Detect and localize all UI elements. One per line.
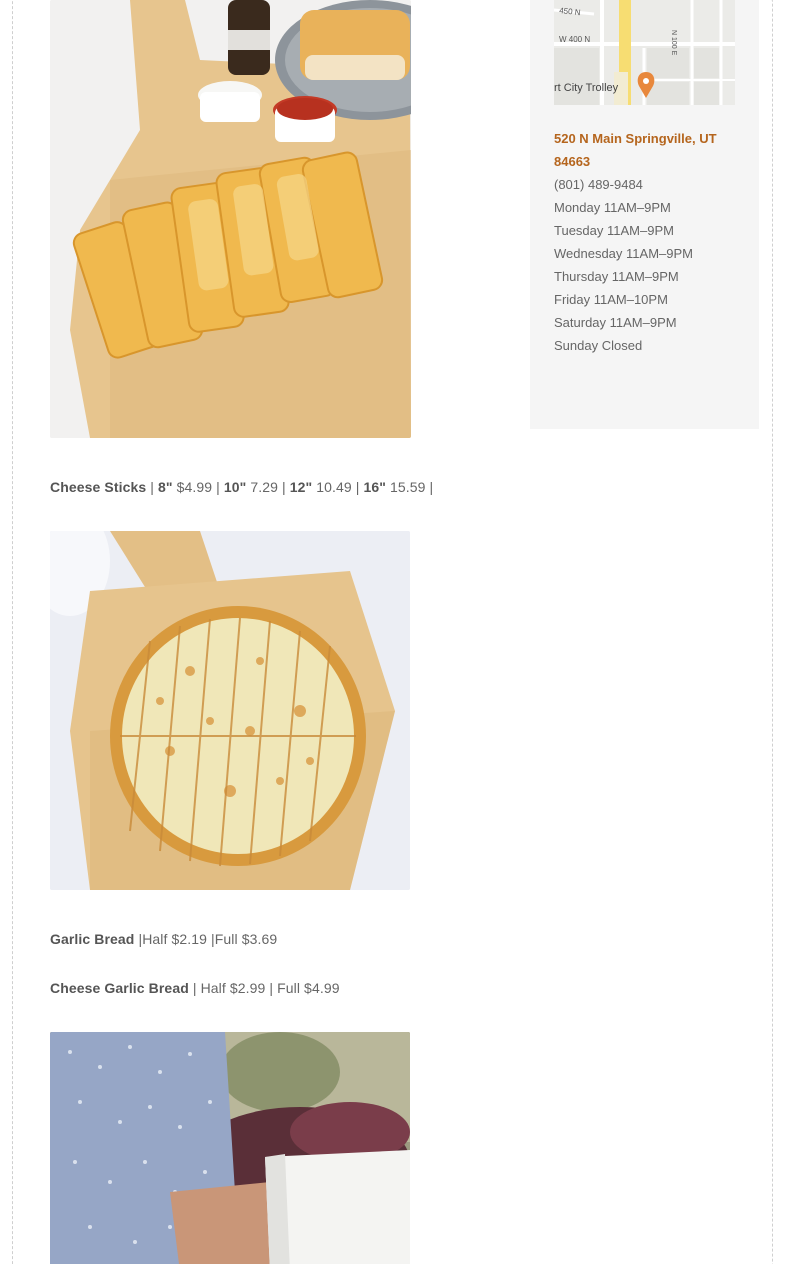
hours-wednesday: Wednesday 11AM–9PM <box>554 246 693 261</box>
phone-number[interactable]: (801) 489-9484 <box>554 173 744 196</box>
hours-saturday: Saturday 11AM–9PM <box>554 315 677 330</box>
size-16-label: 16" <box>363 479 386 495</box>
size-8-label: 8" <box>157 479 173 495</box>
size-12-label: 12" <box>289 479 313 495</box>
garlic-bread-name: Garlic Bread <box>50 931 135 947</box>
cheese-sticks-photo <box>50 0 411 438</box>
hours-monday: Monday 11AM–9PM <box>554 200 671 215</box>
cheese-garlic-bread-prices: | Half $2.99 | Full $4.99 <box>188 980 340 996</box>
map-street-label-n100e: N 100 E <box>670 30 677 56</box>
size-16-price: 15.59 | <box>386 479 434 495</box>
location-sidebar: 450 N W 400 N N 100 E rt City Trolley 52… <box>530 0 759 429</box>
hours-thursday: Thursday 11AM–9PM <box>554 269 679 284</box>
garlic-bread-prices: |Half $2.19 |Full $3.69 <box>134 931 278 947</box>
garlic-bread-photo <box>50 531 410 890</box>
size-8-price: $4.99 | <box>172 479 224 495</box>
takeout-bag-photo <box>50 1032 410 1264</box>
size-10-price: 7.29 | <box>246 479 290 495</box>
garlic-bread-menu-line: Garlic Bread |Half $2.19 |Full $3.69 <box>50 931 277 947</box>
size-10-label: 10" <box>223 479 247 495</box>
location-map[interactable]: 450 N W 400 N N 100 E rt City Trolley <box>554 0 735 105</box>
hours-sunday: Sunday Closed <box>554 338 643 353</box>
address-link[interactable]: 520 N Main Springville, UT 84663 <box>554 127 744 173</box>
map-street-label-w400n: W 400 N <box>559 35 590 44</box>
cheese-garlic-bread-menu-line: Cheese Garlic Bread | Half $2.99 | Full … <box>50 980 340 996</box>
cheese-garlic-bread-name: Cheese Garlic Bread <box>50 980 189 996</box>
cheese-sticks-name: Cheese Sticks <box>50 479 147 495</box>
hours-friday: Friday 11AM–10PM <box>554 292 668 307</box>
separator: | <box>146 479 158 495</box>
size-12-price: 10.49 | <box>312 479 364 495</box>
map-place-label: rt City Trolley <box>554 82 619 94</box>
contact-info: 520 N Main Springville, UT 84663 (801) 4… <box>554 127 744 357</box>
hours-tuesday: Tuesday 11AM–9PM <box>554 223 674 238</box>
cheese-sticks-menu-line: Cheese Sticks | 8" $4.99 | 10" 7.29 | 12… <box>50 479 433 495</box>
